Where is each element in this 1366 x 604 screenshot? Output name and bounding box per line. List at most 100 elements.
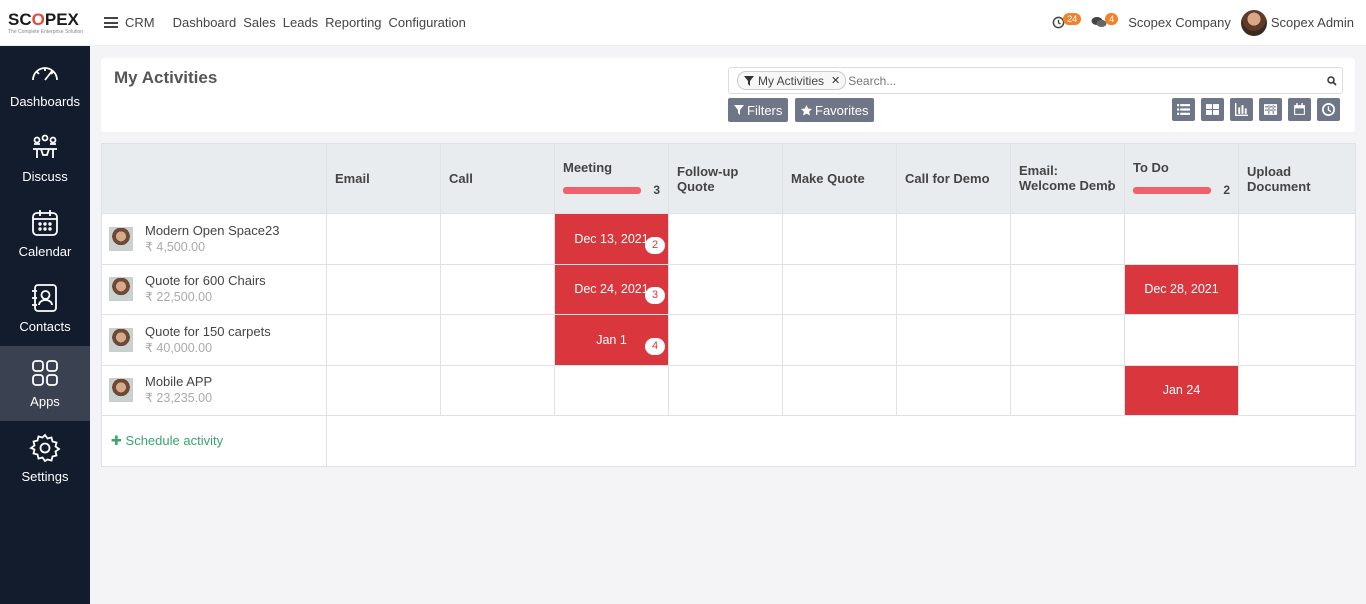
activity-date: Jan 1	[596, 332, 627, 347]
activity-cell[interactable]	[326, 314, 441, 366]
menu-reporting[interactable]: Reporting	[325, 15, 381, 30]
menu-leads[interactable]: Leads	[283, 15, 318, 30]
sidebar-item-discuss[interactable]: Discuss	[0, 121, 90, 196]
activity-cell[interactable]	[326, 263, 441, 315]
facet-label: My Activities	[758, 73, 825, 88]
corner-header	[101, 143, 327, 214]
activity-cell[interactable]	[782, 263, 897, 315]
app-menu-toggle[interactable]: CRM	[104, 15, 155, 30]
activity-view-button[interactable]	[1317, 98, 1340, 121]
column-header-todo[interactable]: To Do 2	[1124, 143, 1239, 214]
activity-cell[interactable]	[782, 213, 897, 265]
company-switcher[interactable]: Scopex Company	[1128, 15, 1231, 30]
activity-cell-overdue[interactable]: Jan 24	[1124, 364, 1239, 416]
pivot-view-icon	[1264, 104, 1277, 115]
activity-cell-overdue[interactable]: Dec 24, 2021 3	[554, 263, 669, 315]
graph-view-button[interactable]	[1230, 98, 1253, 121]
column-header-follow-up-quote[interactable]: Follow-up Quote	[668, 143, 783, 214]
activity-cell[interactable]	[1238, 263, 1356, 315]
calendar-view-button[interactable]	[1288, 98, 1311, 121]
activity-cell[interactable]	[1238, 314, 1356, 366]
discuss-icon	[33, 134, 57, 158]
table-row: Mobile APP ₹ 23,235.00 Jan 24	[101, 364, 1356, 416]
list-view-button[interactable]	[1172, 98, 1195, 121]
menu-sales[interactable]: Sales	[243, 15, 276, 30]
column-header-upload-document[interactable]: Upload Document	[1238, 143, 1356, 214]
activity-cell[interactable]	[440, 314, 555, 366]
activity-cell[interactable]	[1010, 364, 1125, 416]
activity-cell[interactable]	[1010, 314, 1125, 366]
menu-configuration[interactable]: Configuration	[389, 15, 466, 30]
filters-button[interactable]: Filters	[728, 98, 789, 122]
activity-cell[interactable]	[896, 213, 1011, 265]
meeting-progress[interactable]: 3	[563, 183, 660, 197]
kanban-view-button[interactable]	[1201, 98, 1224, 121]
activity-cell[interactable]	[1238, 213, 1356, 265]
search-facet[interactable]: My Activities ✕	[737, 71, 847, 90]
activity-cell[interactable]	[440, 213, 555, 265]
activity-cell-overdue[interactable]: Jan 1 4	[554, 314, 669, 366]
column-header-make-quote[interactable]: Make Quote	[782, 143, 897, 214]
record-cell[interactable]: Quote for 150 carpets ₹ 40,000.00	[101, 314, 327, 366]
top-menu: Dashboard Sales Leads Reporting Configur…	[173, 15, 466, 30]
activity-cell[interactable]	[782, 364, 897, 416]
activity-cell[interactable]	[1124, 213, 1239, 265]
column-header-meeting[interactable]: Meeting 3	[554, 143, 669, 214]
sidebar-item-contacts[interactable]: Contacts	[0, 271, 90, 346]
todo-progress[interactable]: 2	[1133, 183, 1230, 197]
message-notifications[interactable]: 4	[1091, 13, 1119, 29]
record-cell[interactable]: Quote for 600 Chairs ₹ 22,500.00	[101, 263, 327, 315]
activity-count: 3	[645, 287, 665, 305]
search-icon[interactable]	[1322, 75, 1342, 86]
sidebar-item-settings[interactable]: Settings	[0, 421, 90, 496]
record-cell[interactable]: Modern Open Space23 ₹ 4,500.00	[101, 213, 327, 265]
activity-cell[interactable]	[1238, 364, 1356, 416]
column-header-call-for-demo[interactable]: Call for Demo	[896, 143, 1011, 214]
activity-cell[interactable]	[896, 314, 1011, 366]
brand-logo[interactable]: SCOPEX The Complete Enterprise Solution	[0, 11, 90, 35]
user-avatar	[1240, 9, 1267, 36]
filter-icon	[744, 75, 754, 86]
record-cell[interactable]: Mobile APP ₹ 23,235.00	[101, 364, 327, 416]
activity-grid: Email Call Meeting 3 Follow-up Quote Mak…	[101, 143, 1356, 467]
column-header-email[interactable]: Email	[326, 143, 441, 214]
column-header-call[interactable]: Call	[440, 143, 555, 214]
facet-remove-icon[interactable]: ✕	[831, 74, 840, 87]
activity-cell[interactable]	[1010, 213, 1125, 265]
activity-cell[interactable]	[896, 364, 1011, 416]
activity-cell[interactable]	[1124, 314, 1239, 366]
activity-cell[interactable]	[668, 263, 783, 315]
list-view-icon	[1177, 104, 1190, 115]
progress-count: 3	[653, 183, 660, 197]
activity-cell[interactable]	[668, 213, 783, 265]
contacts-icon	[32, 284, 57, 312]
activity-cell[interactable]	[668, 314, 783, 366]
favorites-button[interactable]: Favorites	[795, 98, 875, 122]
record-name: Modern Open Space23	[145, 222, 280, 238]
column-header-email-welcome-demo[interactable]: Email: Welcome Demo ⋮	[1010, 143, 1125, 214]
activity-cell[interactable]	[326, 364, 441, 416]
menu-dashboard[interactable]: Dashboard	[173, 15, 237, 30]
search-bar[interactable]: My Activities ✕	[728, 67, 1343, 94]
sidebar-item-apps[interactable]: Apps	[0, 346, 90, 421]
sidebar-item-calendar[interactable]: Calendar	[0, 196, 90, 271]
user-menu[interactable]: Scopex Admin	[1240, 9, 1354, 36]
activity-notifications[interactable]: 24	[1052, 13, 1082, 29]
activity-cell[interactable]	[668, 364, 783, 416]
activity-cell[interactable]	[554, 364, 669, 416]
record-name: Quote for 600 Chairs	[145, 273, 266, 289]
activity-cell[interactable]	[782, 314, 897, 366]
sidebar-item-dashboards[interactable]: Dashboards	[0, 46, 90, 121]
search-input[interactable]	[848, 70, 1322, 91]
activity-cell[interactable]	[896, 263, 1011, 315]
record-name: Quote for 150 carpets	[145, 323, 271, 339]
pivot-view-button[interactable]	[1259, 98, 1282, 121]
activity-date: Dec 24, 2021	[574, 282, 649, 297]
schedule-activity-button[interactable]: ✚ Schedule activity	[101, 415, 327, 467]
activity-cell[interactable]	[1010, 263, 1125, 315]
activity-cell[interactable]	[440, 364, 555, 416]
activity-cell[interactable]	[326, 213, 441, 265]
activity-cell[interactable]	[440, 263, 555, 315]
activity-cell-overdue[interactable]: Dec 13, 2021 2	[554, 213, 669, 265]
activity-cell-overdue[interactable]: Dec 28, 2021	[1124, 263, 1239, 315]
